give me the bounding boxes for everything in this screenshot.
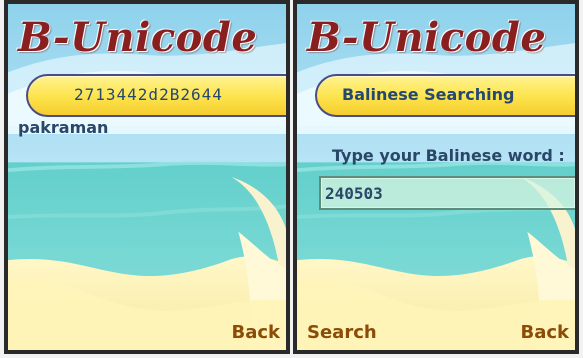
back-button[interactable]: Back xyxy=(231,323,280,343)
app-title: B-Unicode xyxy=(307,14,547,61)
left-phone-screen: B-Unicode 2713442d2B2644 pakraman Back xyxy=(4,0,290,354)
header-text: 2713442d2B2644 xyxy=(74,85,223,104)
right-screen-content: B-Unicode Balinese Searching Type your B… xyxy=(297,4,575,350)
app-title: B-Unicode xyxy=(18,14,258,61)
header-text: Balinese Searching xyxy=(342,85,515,104)
balinese-word-label: Type your Balinese word : xyxy=(332,146,565,165)
right-phone-screen: B-Unicode Balinese Searching Type your B… xyxy=(293,0,579,354)
result-word: pakraman xyxy=(18,118,109,137)
back-button[interactable]: Back xyxy=(520,323,569,343)
balinese-word-input[interactable] xyxy=(319,176,575,210)
left-screen-content: B-Unicode 2713442d2B2644 pakraman Back xyxy=(8,4,286,350)
search-button[interactable]: Search xyxy=(307,323,377,343)
dual-screen-canvas: B-Unicode 2713442d2B2644 pakraman Back B… xyxy=(0,0,583,358)
